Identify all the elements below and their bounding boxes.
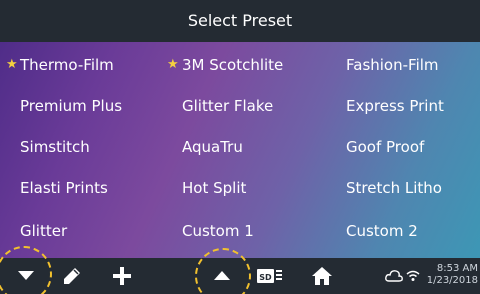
sd-card-label: SD: [259, 273, 272, 282]
cloud-status: [384, 258, 404, 294]
preset-label: Custom 1: [182, 222, 254, 240]
preset-label: Glitter: [20, 222, 68, 240]
preset-label: 3M Scotchlite: [182, 56, 284, 74]
preset-premium-plus[interactable]: Premium Plus: [20, 91, 122, 121]
preset-elasti-prints[interactable]: Elasti Prints: [20, 173, 108, 203]
preset-label: Premium Plus: [20, 97, 123, 115]
title-bar: Select Preset: [0, 0, 480, 42]
preset-express-print[interactable]: Express Print: [346, 91, 444, 121]
bottom-toolbar: SD 8:53 AM 1/23/2018: [0, 258, 480, 294]
home-icon: [312, 267, 332, 285]
preset-3m-scotchlite[interactable]: ★ 3M Scotchlite: [167, 50, 284, 80]
preset-label: Stretch Litho: [346, 179, 442, 197]
clock: 8:53 AM 1/23/2018: [427, 263, 478, 287]
chevron-up-icon: [214, 271, 230, 280]
sd-card-icon: SD: [257, 269, 282, 283]
clock-date: 1/23/2018: [426, 275, 478, 286]
preset-aquatru[interactable]: AquaTru: [182, 132, 243, 162]
preset-glitter-flake[interactable]: Glitter Flake: [182, 91, 273, 121]
preset-row: Premium Plus Glitter Flake Express Print: [0, 91, 480, 121]
wifi-icon: [406, 270, 420, 281]
preset-goof-proof[interactable]: Goof Proof: [346, 132, 424, 162]
home-button[interactable]: [304, 258, 340, 294]
chevron-down-icon: [18, 271, 34, 280]
clock-time: 8:53 AM: [436, 263, 478, 274]
edit-button[interactable]: [54, 258, 90, 294]
preset-label: Fashion-Film: [346, 56, 439, 74]
preset-label: Custom 2: [346, 222, 418, 240]
page-title: Select Preset: [187, 11, 293, 30]
preset-label: Goof Proof: [346, 138, 425, 156]
wifi-status: [404, 258, 422, 294]
preset-label: Simstitch: [20, 138, 90, 156]
preset-label: AquaTru: [182, 138, 243, 156]
preset-hot-split[interactable]: Hot Split: [182, 173, 246, 203]
scroll-down-button[interactable]: [8, 258, 44, 294]
add-button[interactable]: [104, 258, 140, 294]
preset-label: Elasti Prints: [20, 179, 108, 197]
sd-card-button[interactable]: SD: [254, 258, 286, 294]
preset-custom-2[interactable]: Custom 2: [346, 216, 418, 246]
preset-label: Hot Split: [182, 179, 247, 197]
preset-label: Glitter Flake: [182, 97, 274, 115]
preset-fashion-film[interactable]: Fashion-Film: [346, 50, 439, 80]
preset-stretch-litho[interactable]: Stretch Litho: [346, 173, 442, 203]
preset-simstitch[interactable]: Simstitch: [20, 132, 90, 162]
star-icon: ★: [6, 57, 18, 72]
preset-custom-1[interactable]: Custom 1: [182, 216, 254, 246]
scroll-up-button[interactable]: [204, 258, 240, 294]
preset-screen: Select Preset ★ Thermo-Film ★ 3M Scotchl…: [0, 0, 480, 294]
cloud-icon: [385, 270, 403, 282]
plus-icon: [113, 267, 131, 285]
preset-label: Express Print: [346, 97, 444, 115]
preset-row: Glitter Custom 1 Custom 2: [0, 216, 480, 246]
pencil-icon: [64, 268, 80, 284]
preset-row: ★ Thermo-Film ★ 3M Scotchlite Fashion-Fi…: [0, 50, 480, 80]
preset-thermo-film[interactable]: ★ Thermo-Film: [6, 50, 114, 80]
preset-glitter[interactable]: Glitter: [20, 216, 67, 246]
preset-row: Elasti Prints Hot Split Stretch Litho: [0, 173, 480, 203]
preset-label: Thermo-Film: [20, 56, 114, 74]
preset-row: Simstitch AquaTru Goof Proof: [0, 132, 480, 162]
star-icon: ★: [167, 57, 179, 72]
